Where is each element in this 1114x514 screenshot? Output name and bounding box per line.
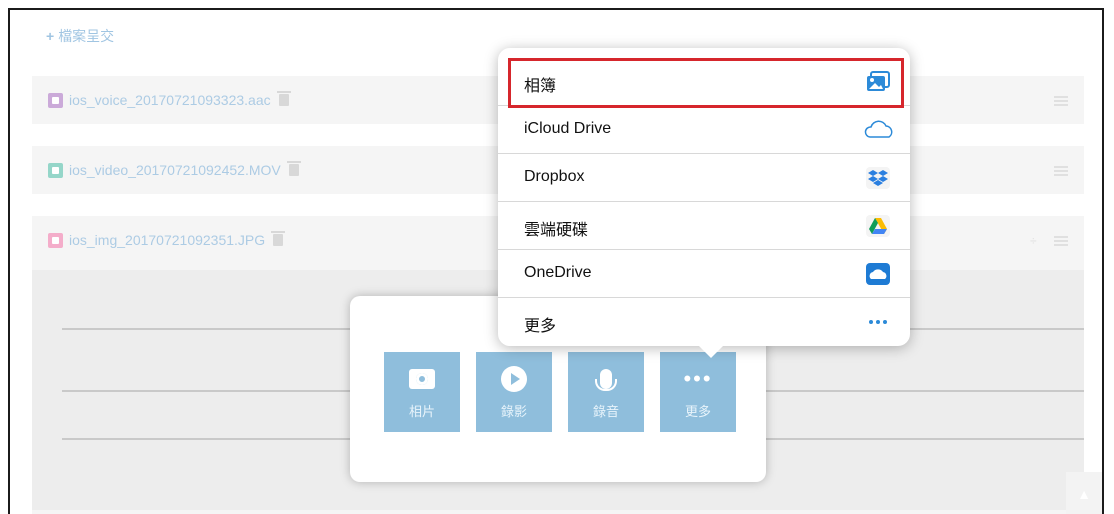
more-dots-icon — [869, 320, 887, 324]
menu-item-more[interactable]: 更多 — [498, 298, 910, 346]
play-icon — [500, 365, 528, 393]
picker-audio-button[interactable]: 錄音 — [568, 352, 644, 432]
file-name[interactable]: ios_video_20170721092452.MOV — [48, 161, 301, 178]
more-icon: ••• — [683, 365, 713, 391]
trash-icon[interactable] — [276, 91, 291, 106]
picker-button-label: 更多 — [684, 403, 711, 419]
audio-file-icon — [48, 92, 63, 108]
picker-button-label: 相片 — [408, 403, 435, 419]
plus-icon: + — [46, 28, 55, 44]
resize-icon[interactable]: ÷ — [1030, 235, 1040, 247]
file-name-label: ios_voice_20170721093323.aac — [69, 92, 271, 108]
menu-item-label: Dropbox — [524, 168, 585, 185]
onedrive-icon — [866, 263, 890, 285]
picker-photo-button[interactable]: 相片 — [384, 352, 460, 432]
menu-item-label: 更多 — [524, 318, 557, 335]
highlight-box — [508, 58, 904, 108]
dropbox-icon — [866, 167, 890, 189]
drag-handle-icon[interactable] — [1054, 96, 1068, 106]
menu-item-onedrive[interactable]: OneDrive — [498, 250, 910, 298]
menu-item-dropbox[interactable]: Dropbox — [498, 154, 910, 202]
file-name-label: ios_video_20170721092452.MOV — [69, 162, 281, 178]
picker-video-button[interactable]: 錄影 — [476, 352, 552, 432]
camera-icon — [408, 365, 436, 393]
scroll-top-button[interactable]: ▲ — [1066, 472, 1102, 514]
file-name[interactable]: ios_img_20170721092351.JPG — [48, 231, 286, 248]
menu-item-google-drive[interactable]: 雲端硬碟 — [498, 202, 910, 250]
picker-button-label: 錄影 — [500, 403, 527, 419]
google-drive-icon — [866, 215, 890, 237]
add-submission-link[interactable]: + 檔案呈交 — [46, 26, 114, 46]
image-file-icon — [48, 232, 63, 248]
video-file-icon — [48, 162, 63, 178]
drag-handle-icon[interactable] — [1054, 236, 1068, 246]
menu-item-label: iCloud Drive — [524, 120, 612, 137]
drag-handle-icon[interactable] — [1054, 166, 1068, 176]
popover-arrow — [697, 344, 725, 358]
add-submission-label: 檔案呈交 — [58, 28, 115, 44]
menu-item-label: 雲端硬碟 — [524, 222, 589, 239]
icloud-icon — [864, 120, 893, 138]
file-name[interactable]: ios_voice_20170721093323.aac — [48, 91, 291, 108]
file-name-label: ios_img_20170721092351.JPG — [69, 232, 266, 248]
picker-button-label: 錄音 — [592, 403, 619, 419]
trash-icon[interactable] — [271, 231, 286, 246]
mic-icon — [592, 365, 620, 393]
menu-item-label: OneDrive — [524, 264, 592, 281]
trash-icon[interactable] — [286, 161, 301, 176]
share-menu: 相簿 iCloud Drive Dropbox 雲端硬碟 OneDrive 更多 — [498, 48, 910, 358]
browser-frame: + 檔案呈交 ios_voice_20170721093323.aac ios_v… — [8, 8, 1104, 514]
picker-more-button[interactable]: ••• 更多 — [660, 352, 736, 432]
menu-item-icloud[interactable]: iCloud Drive — [498, 106, 910, 154]
